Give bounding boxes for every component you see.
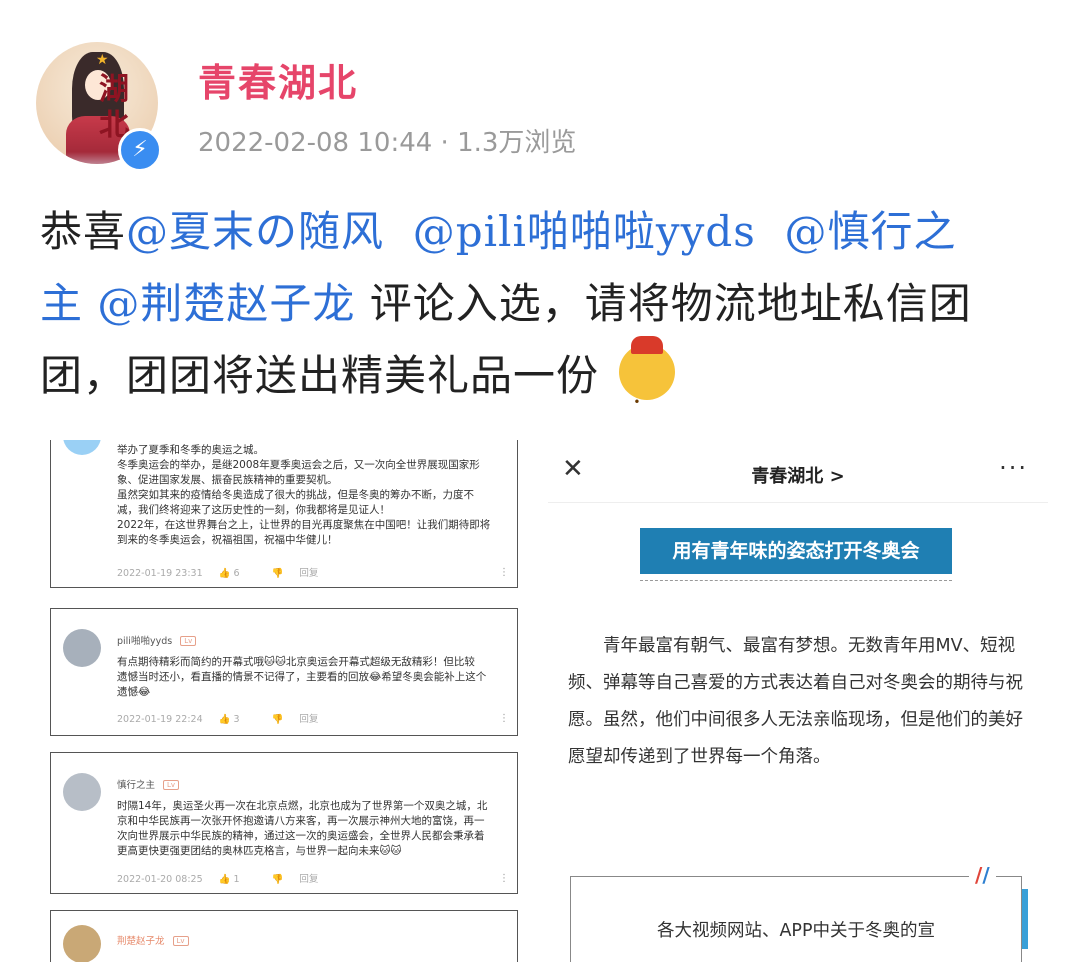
author-name[interactable]: 青春湖北 xyxy=(198,52,358,107)
article-screenshot[interactable]: ✕ 青春湖北 > ··· 用有青年味的姿态打开冬奥会 青年最富有朝气、最富有梦想… xyxy=(548,440,1048,962)
banner-divider xyxy=(640,580,952,581)
commenter-avatar xyxy=(63,440,101,455)
more-icon[interactable]: ··· xyxy=(999,454,1028,482)
post-meta: 2022-02-08 10:44 · 1.3万浏览 xyxy=(198,128,577,158)
dislike-icon: 👎 xyxy=(271,568,284,579)
comment-card: 慎行之主 Lv 时隔14年，奥运圣火再一次在北京点燃，北京也成为了世界第一个双奥之… xyxy=(50,752,518,894)
article-nav-title[interactable]: 青春湖北 > xyxy=(548,462,1048,488)
commenter-avatar xyxy=(63,925,101,962)
like-icon: 👍 3 xyxy=(218,714,240,725)
commenter-avatar xyxy=(63,773,101,811)
mention-link[interactable]: @荆楚赵子龙 xyxy=(97,279,355,328)
like-icon: 👍 6 xyxy=(218,568,240,579)
post-prefix: 恭喜 xyxy=(40,207,127,256)
article-box-text: 各大视频网站、APP中关于冬奥的宣 xyxy=(656,921,936,941)
commenter-name[interactable]: 慎行之主 Lv xyxy=(117,777,180,791)
lucky-cat-emoji-icon: • • xyxy=(619,336,676,481)
like-icon: 👍 1 xyxy=(218,874,240,885)
comment-card: 举办了夏季和冬季的奥运之城。 冬季奥运会的举办，是继2008年夏季奥运会之后，又… xyxy=(50,440,518,588)
nav-divider xyxy=(548,502,1048,503)
mention-link[interactable]: @pili啪啪啦yyds xyxy=(413,207,756,256)
post-text: 恭喜@夏末の随风 @pili啪啪啦yyds @慎行之主 @荆楚赵子龙 评论入选，… xyxy=(40,196,1050,481)
comment-text: 举办了夏季和冬季的奥运之城。 冬季奥运会的举办，是继2008年夏季奥运会之后，又… xyxy=(117,444,491,546)
comment-footer: 2022-01-19 22:24 👍 3 👎 回复 xyxy=(117,714,319,725)
more-icon[interactable]: ⋮ xyxy=(499,713,509,724)
more-icon[interactable]: ⋮ xyxy=(499,873,509,884)
dislike-icon: 👎 xyxy=(271,874,284,885)
commenter-avatar xyxy=(63,629,101,667)
comment-card: 荆楚赵子龙 Lv xyxy=(50,910,518,962)
comment-footer: 2022-01-19 23:31 👍 6 👎 回复 xyxy=(117,568,319,579)
comment-card: pili啪啪yyds Lv 有点期待精彩而简约的开幕式哦🐱🐱北京奥运会开幕式超级无… xyxy=(50,608,518,736)
article-quote-box: // 各大视频网站、APP中关于冬奥的宣 xyxy=(570,863,1028,962)
article-body: 青年最富有朝气、最富有梦想。无数青年用MV、短视频、弹幕等自己喜爱的方式表达着自… xyxy=(568,636,1023,767)
slash-decoration-icon: // xyxy=(969,863,996,887)
box-accent-bar xyxy=(1022,889,1028,949)
dislike-icon: 👎 xyxy=(271,714,284,725)
verified-badge-icon: ⚡ xyxy=(118,128,162,172)
commenter-name[interactable]: 荆楚赵子龙 Lv xyxy=(117,933,189,947)
comment-footer: 2022-01-20 08:25 👍 1 👎 回复 xyxy=(117,874,319,885)
mention-link[interactable]: @夏末の随风 xyxy=(126,207,384,256)
comments-screenshot[interactable]: 举办了夏季和冬季的奥运之城。 冬季奥运会的举办，是继2008年夏季奥运会之后，又… xyxy=(48,440,522,962)
commenter-name[interactable]: pili啪啪yyds Lv xyxy=(117,633,197,647)
article-banner: 用有青年味的姿态打开冬奥会 xyxy=(640,528,952,574)
comment-text: 时隔14年，奥运圣火再一次在北京点燃，北京也成为了世界第一个双奥之城，北 京和中… xyxy=(117,800,488,857)
comment-text: 有点期待精彩而简约的开幕式哦🐱🐱北京奥运会开幕式超级无敌精彩！但比较 遗憾当时还… xyxy=(117,656,487,698)
more-icon[interactable]: ⋮ xyxy=(499,567,509,578)
